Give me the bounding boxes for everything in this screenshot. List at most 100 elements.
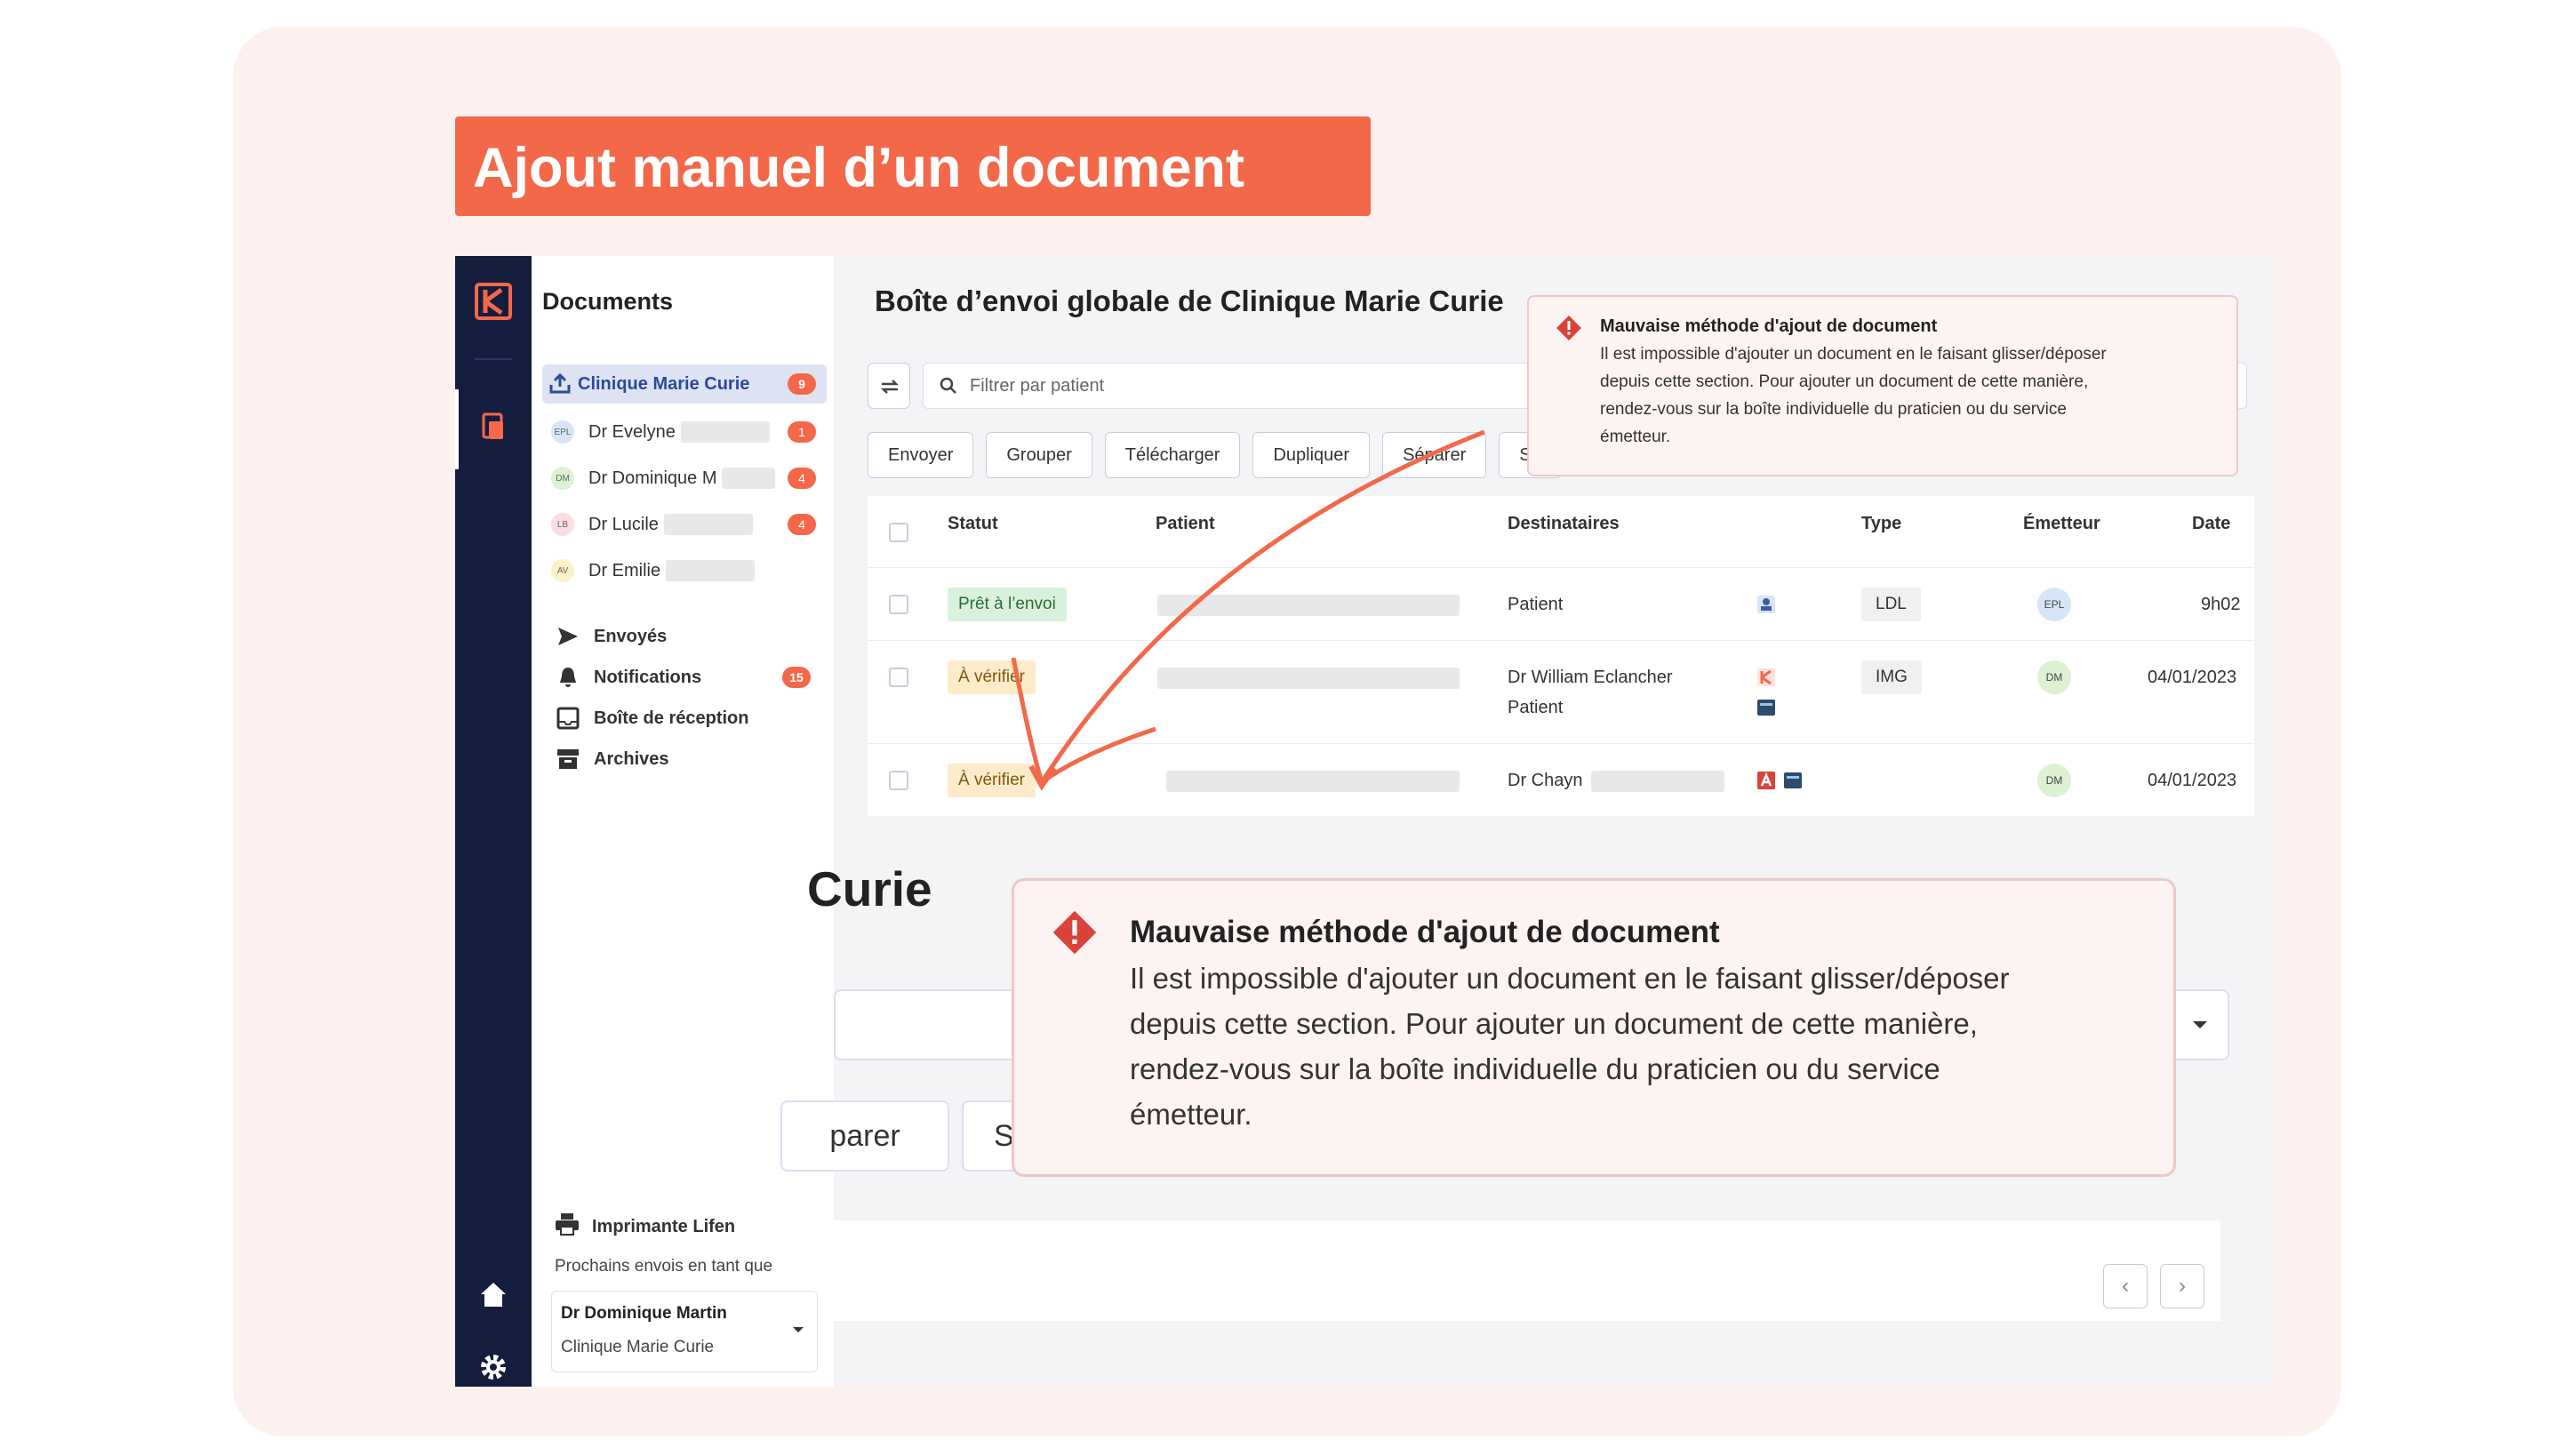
nav-rail [455, 256, 532, 1387]
status-badge: Prêt à l’envoi [948, 588, 1067, 621]
download-button[interactable]: Télécharger [1104, 432, 1241, 478]
table-row[interactable]: À vérifier Dr Chayn DM 04/01/2023 [868, 743, 2254, 816]
sidebar-link-label: Envoyés [594, 626, 668, 646]
main-title: Boîte d’envoi globale de Clinique Marie … [875, 284, 1504, 317]
table-row[interactable]: Prêt à l’envoi Patient LDL EPL 9h02 [868, 567, 2254, 640]
zoom-title: Curie [807, 861, 932, 916]
type-tag: IMG [1861, 660, 1922, 694]
lifen-logo-icon [475, 283, 512, 320]
sidebar-link-archives[interactable]: Archives [555, 741, 821, 777]
avatar: AV [551, 559, 574, 582]
chevron-down-icon [793, 1327, 804, 1332]
bell-icon [555, 666, 581, 689]
sidebar-item-practitioner[interactable]: DM Dr Dominique M 4 [542, 459, 827, 498]
select-all-checkbox[interactable] [889, 523, 908, 542]
split-button[interactable]: Séparer [1382, 432, 1487, 478]
sidebar-item-label: Clinique Marie Curie [578, 373, 750, 394]
patient-channel-icon [1757, 596, 1775, 613]
redacted-patient [1157, 595, 1460, 616]
sidebar-item-practitioner[interactable]: LB Dr Lucile 4 [542, 505, 827, 544]
alert-line: Il est impossible d'ajouter un document … [1600, 345, 2107, 364]
printer-icon [555, 1212, 580, 1241]
inbox-icon [555, 707, 581, 730]
row-checkbox[interactable] [889, 771, 908, 790]
chevron-down-icon [2193, 1021, 2207, 1028]
column-header-patient: Patient [1156, 514, 1215, 533]
sidebar-link-label: Notifications [594, 667, 702, 687]
next-page-button[interactable]: › [2160, 1264, 2204, 1308]
printer-section: Imprimante Lifen Prochains envois en tan… [555, 1212, 821, 1276]
status-badge: À vérifier [948, 764, 1036, 797]
refresh-button[interactable] [868, 363, 910, 409]
search-icon [940, 377, 956, 394]
count-badge: 1 [788, 421, 816, 443]
group-button[interactable]: Grouper [986, 432, 1092, 478]
count-badge: 4 [788, 514, 816, 535]
count-badge: 15 [782, 667, 811, 688]
redacted-name [680, 421, 770, 443]
redacted-name [722, 468, 776, 489]
drag-error-alert-small: Mauvaise méthode d'ajout de document Il … [1527, 295, 2238, 476]
sender-org: Clinique Marie Curie [561, 1338, 715, 1356]
redacted-name [663, 514, 753, 535]
printer-subtitle: Prochains envois en tant que [555, 1257, 773, 1276]
sidebar-link-inbox[interactable]: Boîte de réception [555, 700, 821, 736]
status-badge: À vérifier [948, 660, 1036, 694]
action-toolbar: Envoyer Grouper Télécharger Dupliquer Sé… [868, 432, 1562, 478]
sidebar-item-label: Dr Emilie [588, 560, 661, 580]
rail-documents[interactable] [455, 389, 532, 469]
sidebar-item-label: Dr Lucile [588, 514, 659, 534]
alert-line: émetteur. [1600, 428, 1671, 446]
sidebar-item-practitioner[interactable]: EPL Dr Evelyne 1 [542, 412, 827, 452]
redacted-name [666, 560, 756, 581]
send-icon [555, 626, 581, 647]
sidebar-item-practitioner[interactable]: AV Dr Emilie [542, 551, 827, 590]
table-row[interactable]: À vérifier Dr William Eclancher Patient … [868, 640, 2254, 743]
documents-icon [482, 412, 503, 439]
home-icon[interactable] [476, 1276, 511, 1312]
type-tag: LDL [1861, 588, 1921, 621]
zoom-split-button[interactable]: parer [780, 1100, 949, 1172]
warning-diamond-icon [1052, 910, 1097, 955]
rail-active-indicator [455, 389, 459, 469]
duplicate-button[interactable]: Dupliquer [1252, 432, 1371, 478]
rail-divider [475, 358, 512, 360]
alert-line: émetteur. [1130, 1098, 1252, 1131]
avatar: DM [551, 467, 574, 490]
dmp-channel-icon [1784, 772, 1802, 788]
column-header-type: Type [1861, 514, 1902, 533]
page-title: Ajout manuel d’un document [455, 116, 1371, 216]
sender-name: Dr Dominique Martin [561, 1304, 727, 1323]
send-button[interactable]: Envoyer [868, 432, 974, 478]
redacted-patient [1166, 771, 1460, 792]
sender-select[interactable]: Dr Dominique Martin Clinique Marie Curie [551, 1291, 818, 1372]
gear-icon[interactable] [476, 1349, 511, 1385]
emitter-avatar: EPL [2037, 588, 2071, 621]
sidebar-item-clinique[interactable]: Clinique Marie Curie 9 [542, 364, 827, 404]
sidebar-link-notifications[interactable]: Notifications 15 [555, 660, 821, 695]
row-date: 04/01/2023 [2148, 771, 2237, 790]
documents-table: Statut Patient Destinataires Type Émette… [868, 496, 2254, 816]
emitter-avatar: DM [2037, 660, 2071, 694]
alert-line: depuis cette section. Pour ajouter un do… [1600, 372, 2089, 391]
emitter-avatar: DM [2037, 764, 2071, 797]
alert-line: rendez-vous sur la boîte individuelle du… [1130, 1052, 1940, 1085]
column-header-date: Date [2192, 514, 2231, 533]
warning-diamond-icon [1556, 316, 1581, 340]
alert-title: Mauvaise méthode d'ajout de document [1600, 316, 1938, 336]
documents-sidebar: Documents Clinique Marie Curie 9 EPL Dr … [532, 256, 834, 1387]
alert-line: Il est impossible d'ajouter un document … [1130, 962, 2010, 995]
row-checkbox[interactable] [889, 595, 908, 614]
sidebar-link-label: Boîte de réception [594, 708, 749, 728]
row-checkbox[interactable] [889, 668, 908, 687]
upload-icon [542, 373, 578, 395]
recipient-name: Dr Chayn [1508, 771, 1583, 790]
lifen-channel-icon [1757, 668, 1775, 686]
prev-page-button[interactable]: ‹ [2103, 1264, 2148, 1308]
dmp-channel-icon [1757, 700, 1775, 716]
count-badge: 4 [788, 468, 816, 489]
row-date: 9h02 [2201, 595, 2241, 614]
sidebar-link-sent[interactable]: Envoyés [555, 619, 821, 654]
archive-icon [555, 748, 581, 771]
filter-placeholder: Filtrer par patient [970, 375, 1105, 396]
